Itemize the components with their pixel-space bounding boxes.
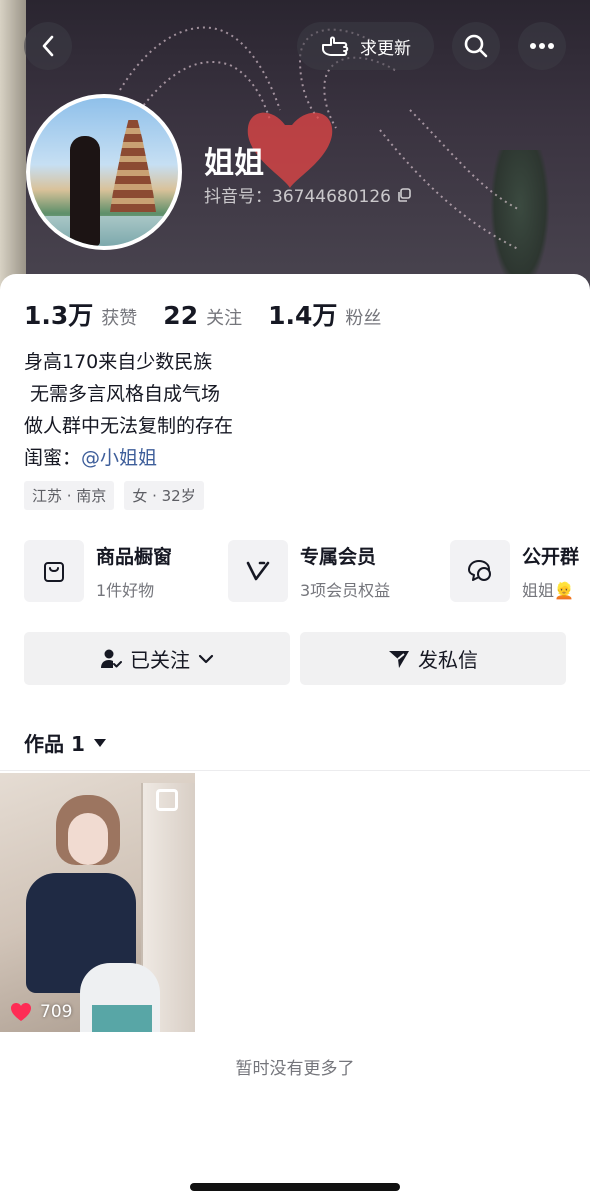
- chevron-left-icon: [42, 35, 54, 57]
- followed-button[interactable]: 已关注: [24, 632, 290, 685]
- multi-image-icon: [156, 789, 178, 811]
- send-message-button[interactable]: 发私信: [300, 632, 566, 685]
- shopping-bag-icon: [24, 540, 84, 602]
- bio-line: 无需多言风格自成气场: [24, 383, 221, 405]
- service-vip-title: 专属会员: [300, 545, 377, 568]
- search-icon: [464, 34, 488, 58]
- services-row: 商品橱窗 1件好物 专属会员 3项会员权益 公开群 姐姐👱: [24, 540, 590, 602]
- stat-followers-label: 粉丝: [345, 308, 382, 329]
- copy-icon[interactable]: [397, 187, 411, 202]
- more-dots-icon: [530, 43, 554, 49]
- video-thumbnail[interactable]: 709: [0, 773, 195, 1032]
- stat-likes-label: 获赞: [101, 308, 138, 329]
- more-button[interactable]: [518, 22, 566, 70]
- gender-age-tag: 女 · 32岁: [124, 481, 204, 510]
- bio-bestie-label: 闺蜜：: [24, 447, 82, 469]
- search-button[interactable]: [452, 22, 500, 70]
- bio-line: 做人群中无法复制的存在: [24, 415, 234, 437]
- bio-line: 身高170来自少数民族: [24, 351, 213, 373]
- send-arrow-icon: [389, 650, 409, 668]
- stat-followers[interactable]: 1.4万 粉丝: [268, 296, 381, 332]
- triangle-down-icon: [93, 738, 106, 747]
- thumb-likes: 709: [10, 1002, 72, 1022]
- home-indicator[interactable]: [190, 1183, 400, 1191]
- stat-likes-value: 1.3万: [24, 301, 94, 330]
- works-tab-label: 作品 1: [24, 732, 85, 756]
- tab-works[interactable]: 作品 1: [24, 728, 107, 757]
- nickname: 姐姐: [204, 146, 264, 181]
- like-count: 709: [40, 1002, 73, 1022]
- service-public-group[interactable]: 公开群 姐姐👱: [450, 540, 579, 602]
- vip-v-icon: [228, 540, 288, 602]
- stat-followers-value: 1.4万: [268, 301, 338, 330]
- profile-banner: 求更新 姐姐 抖音号：36744680126: [0, 0, 590, 300]
- send-message-label: 发私信: [418, 648, 478, 672]
- stat-following[interactable]: 22 关注: [163, 301, 242, 330]
- request-update-label: 求更新: [360, 38, 411, 59]
- back-button[interactable]: [24, 22, 72, 70]
- stat-following-label: 关注: [206, 308, 243, 329]
- service-shop-subtitle: 1件好物: [96, 580, 155, 600]
- service-group-title: 公开群: [522, 545, 580, 568]
- stat-following-value: 22: [163, 301, 199, 330]
- stat-likes[interactable]: 1.3万 获赞: [24, 296, 137, 332]
- chat-group-icon: [450, 540, 510, 602]
- pointing-hand-icon: [322, 36, 349, 56]
- thumb-skirt: [92, 1005, 152, 1032]
- service-vip-subtitle: 3项会员权益: [300, 580, 391, 600]
- profile-stats: 1.3万 获赞 22 关注 1.4万 粉丝: [24, 296, 407, 332]
- chevron-down-icon: [198, 654, 214, 663]
- bio-bestie-line: 闺蜜：@小姐姐: [24, 442, 233, 474]
- service-group-subtitle: 姐姐👱: [522, 580, 574, 600]
- service-vip[interactable]: 专属会员 3项会员权益: [228, 540, 390, 602]
- bestie-mention-link[interactable]: @小姐姐: [81, 447, 157, 469]
- no-more-text: 暂时没有更多了: [235, 1059, 355, 1079]
- service-shop-window[interactable]: 商品橱窗 1件好物: [24, 540, 172, 602]
- service-shop-title: 商品橱窗: [96, 545, 173, 568]
- douyin-id[interactable]: 抖音号：36744680126: [204, 182, 411, 207]
- user-check-icon: [101, 649, 122, 668]
- profile-tags: 江苏 · 南京 女 · 32岁: [24, 481, 204, 510]
- bio: 身高170来自少数民族 无需多言风格自成气场 做人群中无法复制的存在 闺蜜：@小…: [24, 346, 233, 474]
- location-tag: 江苏 · 南京: [24, 481, 115, 510]
- avatar-pagoda: [110, 120, 156, 212]
- tabs-divider: [0, 770, 590, 771]
- douyin-id-text: 抖音号：36744680126: [204, 187, 391, 207]
- avatar[interactable]: [26, 94, 182, 250]
- request-update-button[interactable]: 求更新: [297, 22, 434, 70]
- heart-icon: [11, 1003, 31, 1021]
- avatar-water: [30, 216, 178, 246]
- thumb-face: [68, 813, 108, 865]
- avatar-person: [70, 136, 100, 246]
- followed-label: 已关注: [130, 648, 190, 672]
